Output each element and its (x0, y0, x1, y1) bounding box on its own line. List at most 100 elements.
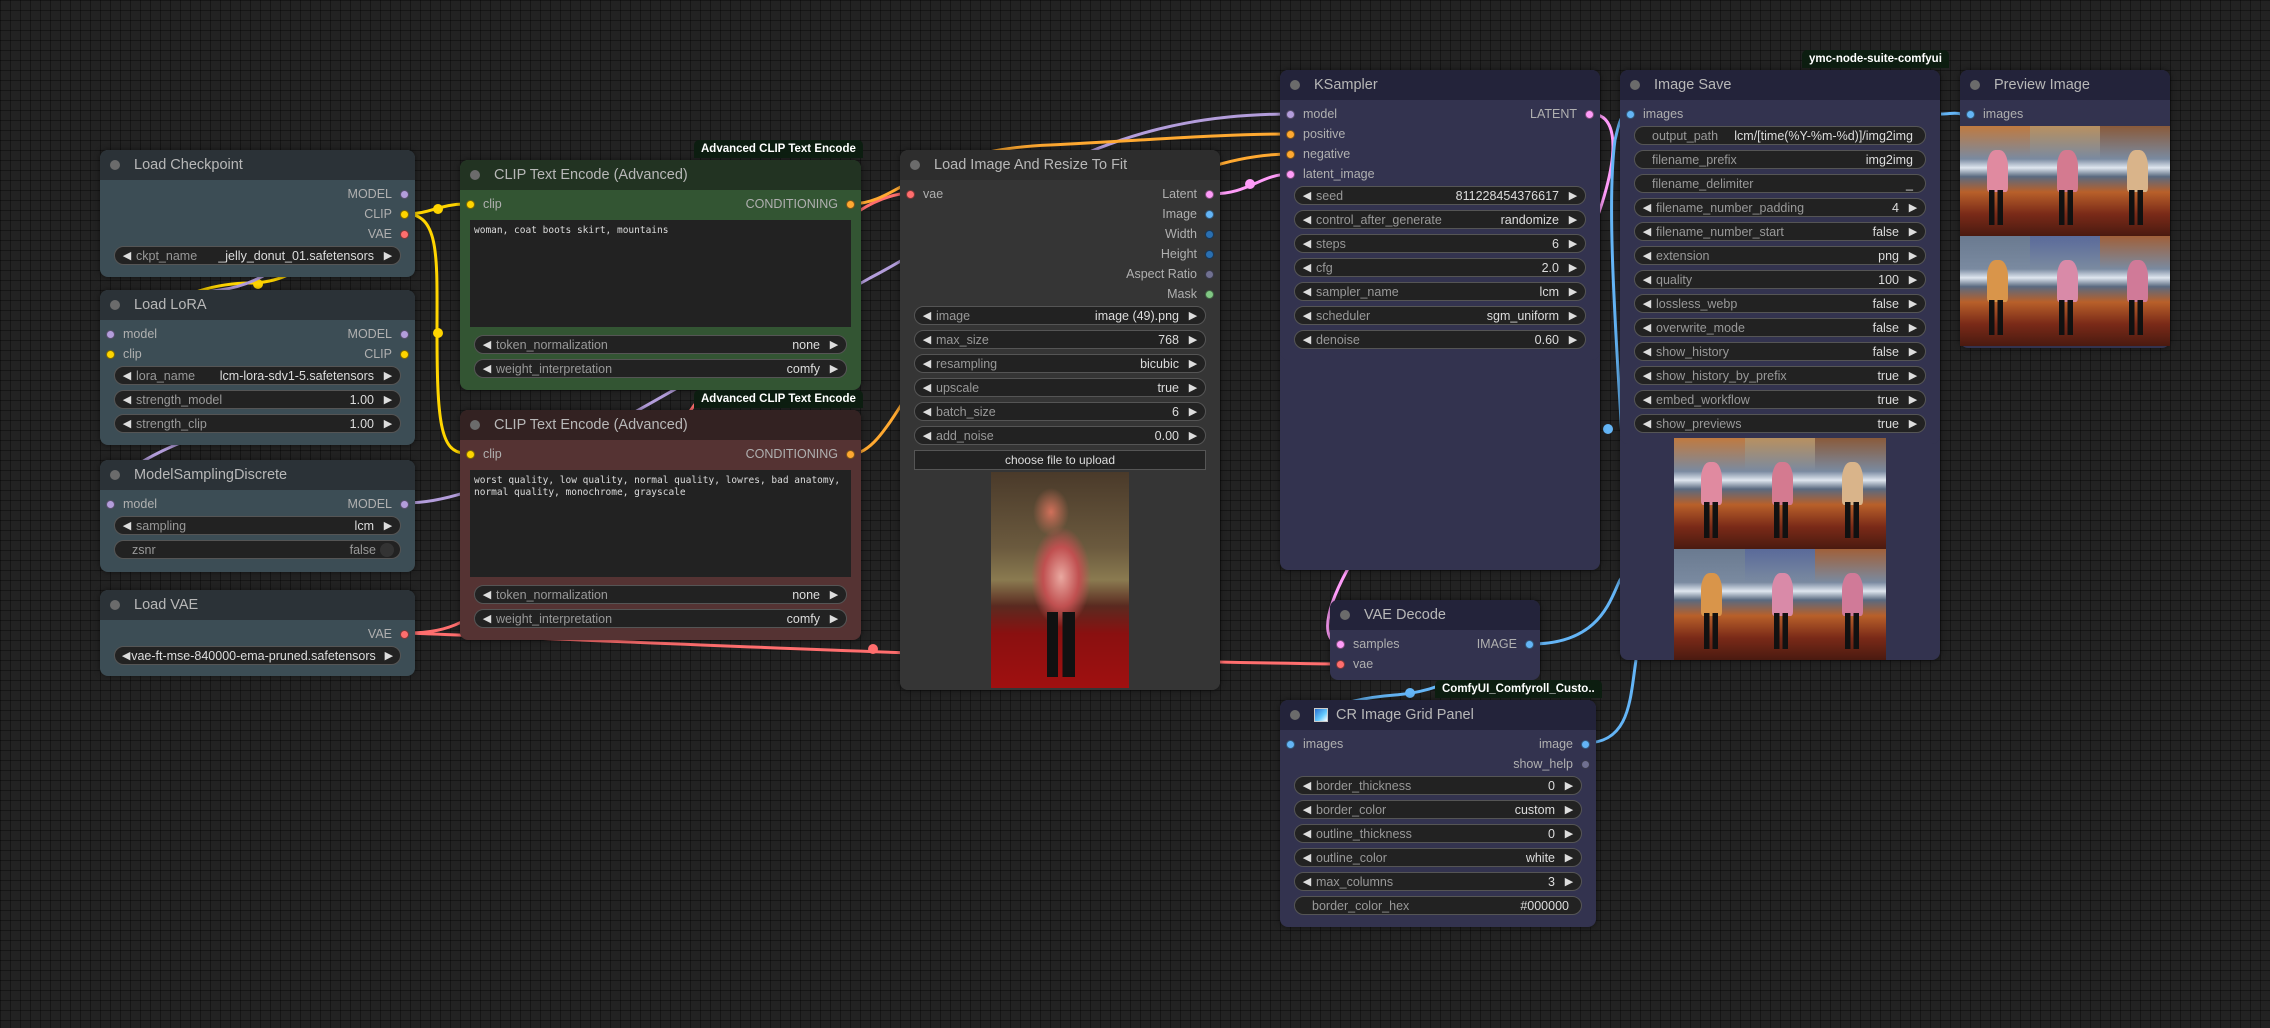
arrow-right-icon[interactable]: ▶ (1567, 261, 1579, 274)
arrow-left-icon[interactable]: ◀ (1641, 369, 1653, 382)
arrow-left-icon[interactable]: ◀ (1301, 213, 1313, 226)
slot-dot-icon[interactable] (1626, 109, 1635, 119)
input-slot-clip[interactable]: clip (466, 197, 502, 211)
widget-max-size[interactable]: ◀ max_size 768 ▶ (914, 330, 1206, 349)
arrow-right-icon[interactable]: ▶ (1907, 201, 1919, 214)
node-load-vae[interactable]: Load VAE VAE ◀ vae-ft-mse-840000-ema-prun… (100, 590, 415, 676)
arrow-right-icon[interactable]: ▶ (1187, 381, 1199, 394)
arrow-right-icon[interactable]: ▶ (1187, 405, 1199, 418)
slot-dot-icon[interactable] (1286, 169, 1295, 179)
arrow-right-icon[interactable]: ▶ (828, 362, 840, 375)
arrow-left-icon[interactable]: ◀ (1641, 393, 1653, 406)
widget-add-noise[interactable]: ◀ add_noise 0.00 ▶ (914, 426, 1206, 445)
arrow-left-icon[interactable]: ◀ (1301, 189, 1313, 202)
slot-dot-icon[interactable] (400, 629, 409, 639)
node-header[interactable]: CLIP Text Encode (Advanced) (460, 160, 861, 190)
widget-upscale[interactable]: ◀ upscale true ▶ (914, 378, 1206, 397)
widget-lora-name[interactable]: ◀ lora_name lcm-lora-sdv1-5.safetensors ▶ (114, 366, 401, 385)
slot-dot-icon[interactable] (400, 329, 409, 339)
arrow-left-icon[interactable]: ◀ (481, 588, 493, 601)
arrow-left-icon[interactable]: ◀ (121, 519, 133, 532)
widget-border-color-hex[interactable]: border_color_hex #000000 (1294, 896, 1582, 915)
slot-dot-icon[interactable] (1525, 639, 1534, 649)
widget-control-after-generate[interactable]: ◀ control_after_generate randomize ▶ (1294, 210, 1586, 229)
input-slot-positive[interactable]: positive (1286, 127, 1345, 141)
widget-strength-model[interactable]: ◀ strength_model 1.00 ▶ (114, 390, 401, 409)
widget-seed[interactable]: ◀ seed 811228454376617 ▶ (1294, 186, 1586, 205)
arrow-right-icon[interactable]: ▶ (1567, 189, 1579, 202)
arrow-left-icon[interactable]: ◀ (1641, 225, 1653, 238)
node-header[interactable]: CLIP Text Encode (Advanced) (460, 410, 861, 440)
output-slot-vae[interactable]: VAE (368, 627, 409, 641)
output-slot-conditioning[interactable]: CONDITIONING (746, 197, 855, 211)
output-slot-conditioning[interactable]: CONDITIONING (746, 447, 855, 461)
node-preview-image[interactable]: Preview Image images (1960, 70, 2170, 348)
node-header[interactable]: ModelSamplingDiscrete (100, 460, 415, 490)
slot-dot-icon[interactable] (906, 189, 915, 199)
widget-steps[interactable]: ◀ steps 6 ▶ (1294, 234, 1586, 253)
arrow-right-icon[interactable]: ▶ (1907, 321, 1919, 334)
arrow-right-icon[interactable]: ▶ (1907, 249, 1919, 262)
widget-show-history-by-prefix[interactable]: ◀ show_history_by_prefix true ▶ (1634, 366, 1926, 385)
slot-dot-icon[interactable] (846, 449, 855, 459)
arrow-left-icon[interactable]: ◀ (481, 612, 493, 625)
arrow-left-icon[interactable]: ◀ (921, 309, 933, 322)
slot-dot-icon[interactable] (400, 189, 409, 199)
input-slot-vae[interactable]: vae (906, 187, 943, 201)
arrow-right-icon[interactable]: ▶ (1187, 333, 1199, 346)
slot-dot-icon[interactable] (400, 349, 409, 359)
arrow-left-icon[interactable]: ◀ (1301, 333, 1313, 346)
output-slot-height[interactable]: Height (1161, 247, 1214, 261)
output-slot-clip[interactable]: CLIP (364, 347, 409, 361)
input-slot-images[interactable]: images (1626, 107, 1683, 121)
input-slot-model[interactable]: model (1286, 107, 1337, 121)
output-slot-image[interactable]: IMAGE (1477, 637, 1534, 651)
arrow-right-icon[interactable]: ▶ (1567, 333, 1579, 346)
widget-overwrite-mode[interactable]: ◀ overwrite_mode false ▶ (1634, 318, 1926, 337)
input-slot-latent-image[interactable]: latent_image (1286, 167, 1375, 181)
slot-dot-icon[interactable] (1205, 209, 1214, 219)
widget-sampler-name[interactable]: ◀ sampler_name lcm ▶ (1294, 282, 1586, 301)
arrow-left-icon[interactable]: ◀ (481, 362, 493, 375)
arrow-left-icon[interactable]: ◀ (1301, 779, 1313, 792)
slot-dot-icon[interactable] (1205, 189, 1214, 199)
widget-scheduler[interactable]: ◀ scheduler sgm_uniform ▶ (1294, 306, 1586, 325)
widget-vae-name[interactable]: ◀ vae-ft-mse-840000-ema-pruned.safetensor… (114, 646, 401, 665)
slot-dot-icon[interactable] (1336, 659, 1345, 669)
arrow-left-icon[interactable]: ◀ (1301, 803, 1313, 816)
output-slot-latent[interactable]: Latent (1162, 187, 1214, 201)
input-slot-negative[interactable]: negative (1286, 147, 1350, 161)
node-header[interactable]: Load Image And Resize To Fit (900, 150, 1220, 180)
output-slot-model[interactable]: MODEL (348, 187, 409, 201)
arrow-right-icon[interactable]: ▶ (1567, 285, 1579, 298)
output-slot-model[interactable]: MODEL (348, 327, 409, 341)
arrow-right-icon[interactable]: ▶ (1567, 237, 1579, 250)
slot-dot-icon[interactable] (106, 349, 115, 359)
arrow-right-icon[interactable]: ▶ (1907, 225, 1919, 238)
output-slot-model[interactable]: MODEL (348, 497, 409, 511)
slot-dot-icon[interactable] (466, 199, 475, 209)
collapse-dot-icon[interactable] (910, 160, 920, 170)
widget-output-path[interactable]: output_path lcm/[time(%Y-%m-%d)]/img2img (1634, 126, 1926, 145)
slot-dot-icon[interactable] (466, 449, 475, 459)
arrow-left-icon[interactable]: ◀ (1301, 237, 1313, 250)
arrow-left-icon[interactable]: ◀ (121, 393, 133, 406)
node-header[interactable]: VAE Decode (1330, 600, 1540, 630)
collapse-dot-icon[interactable] (470, 420, 480, 430)
arrow-right-icon[interactable]: ▶ (382, 417, 394, 430)
slot-dot-icon[interactable] (1286, 109, 1295, 119)
slot-dot-icon[interactable] (1205, 289, 1214, 299)
slot-dot-icon[interactable] (1286, 149, 1295, 159)
arrow-right-icon[interactable]: ▶ (384, 649, 394, 662)
arrow-left-icon[interactable]: ◀ (921, 405, 933, 418)
widget-filename-number-start[interactable]: ◀ filename_number_start false ▶ (1634, 222, 1926, 241)
node-cr-image-grid-panel[interactable]: CR Image Grid Panel images image show_hel… (1280, 700, 1596, 927)
arrow-left-icon[interactable]: ◀ (121, 417, 133, 430)
output-slot-clip[interactable]: CLIP (364, 207, 409, 221)
arrow-right-icon[interactable]: ▶ (1563, 875, 1575, 888)
output-slot-image[interactable]: image (1539, 737, 1590, 751)
node-header[interactable]: Load LoRA (100, 290, 415, 320)
widget-filename-prefix[interactable]: filename_prefix img2img (1634, 150, 1926, 169)
arrow-left-icon[interactable]: ◀ (1641, 345, 1653, 358)
arrow-left-icon[interactable]: ◀ (921, 357, 933, 370)
